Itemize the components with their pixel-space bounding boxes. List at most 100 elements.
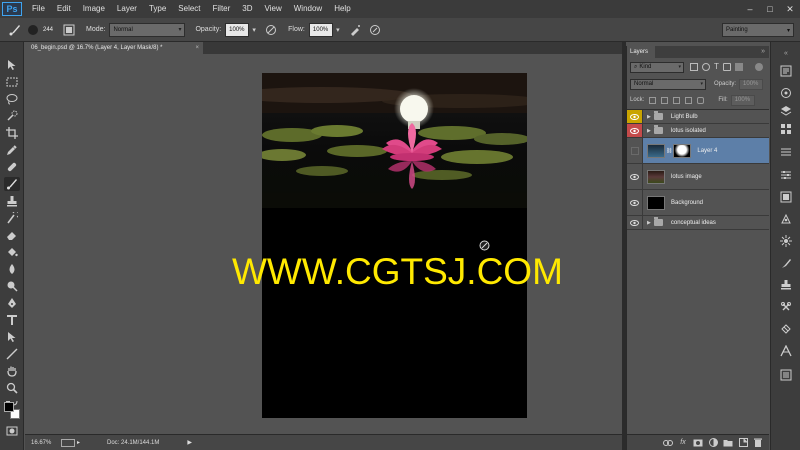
menu-image[interactable]: Image bbox=[77, 0, 111, 18]
layer-thumbnail[interactable] bbox=[647, 169, 665, 184]
crop-tool-icon[interactable] bbox=[4, 126, 20, 140]
paint-bucket-tool-icon[interactable] bbox=[4, 245, 20, 259]
visibility-eye-icon[interactable] bbox=[627, 216, 643, 229]
mode-select[interactable]: Normal ▾ bbox=[109, 22, 186, 37]
layers-panel-icon[interactable] bbox=[779, 104, 793, 118]
character-panel-icon[interactable] bbox=[779, 344, 793, 358]
pressure-size-icon[interactable] bbox=[368, 23, 382, 37]
info-panel-icon[interactable] bbox=[779, 322, 793, 336]
move-tool-icon[interactable] bbox=[4, 58, 20, 72]
menu-3d[interactable]: 3D bbox=[236, 0, 258, 18]
path-selection-tool-icon[interactable] bbox=[4, 330, 20, 344]
pen-tool-icon[interactable] bbox=[4, 296, 20, 310]
lock-transparent-icon[interactable] bbox=[649, 96, 657, 104]
pixel-filter-icon[interactable] bbox=[690, 63, 698, 71]
menu-window[interactable]: Window bbox=[288, 0, 328, 18]
layer-row-lotus-isolated[interactable]: ▶ lotus isolated bbox=[627, 124, 769, 138]
eraser-tool-icon[interactable] bbox=[4, 228, 20, 242]
link-layers-icon[interactable] bbox=[661, 437, 675, 449]
brush-tool-icon[interactable] bbox=[4, 177, 20, 191]
menu-view[interactable]: View bbox=[259, 0, 288, 18]
brush-presets-panel-icon[interactable] bbox=[779, 234, 793, 248]
zoom-tool-icon[interactable] bbox=[4, 381, 20, 395]
menu-help[interactable]: Help bbox=[328, 0, 356, 18]
close-document-icon[interactable]: × bbox=[195, 42, 199, 54]
expand-panels-icon[interactable]: « bbox=[779, 46, 793, 60]
layer-row-light-bulb[interactable]: ▶ Light Bulb bbox=[627, 110, 769, 124]
brush-panel-toggle-icon[interactable] bbox=[62, 23, 76, 37]
layer-fill-input[interactable]: 100% bbox=[730, 94, 755, 106]
group-expand-arrow-icon[interactable]: ▶ bbox=[647, 220, 651, 226]
blur-tool-icon[interactable] bbox=[4, 262, 20, 276]
color-panel-icon[interactable] bbox=[779, 145, 793, 159]
status-expand-arrow-icon[interactable]: ▶ bbox=[187, 439, 192, 446]
zoom-level[interactable]: 16.67% bbox=[31, 440, 59, 446]
layer-row-background[interactable]: Background bbox=[627, 190, 769, 216]
layer-filter-kind-select[interactable]: ⌕ Kind ▾ bbox=[630, 61, 684, 73]
layer-mask-thumbnail[interactable] bbox=[673, 143, 692, 158]
menu-type[interactable]: Type bbox=[143, 0, 172, 18]
filter-toggle-icon[interactable] bbox=[755, 63, 763, 71]
new-layer-icon[interactable] bbox=[736, 437, 750, 449]
clone-source-panel-icon[interactable] bbox=[779, 278, 793, 292]
lock-artboard-icon[interactable] bbox=[685, 96, 693, 104]
quick-mask-icon[interactable] bbox=[4, 424, 20, 438]
shape-filter-icon[interactable] bbox=[722, 63, 731, 71]
add-mask-icon[interactable] bbox=[691, 437, 705, 449]
menu-filter[interactable]: Filter bbox=[207, 0, 237, 18]
maximize-button[interactable]: □ bbox=[760, 0, 780, 18]
type-tool-icon[interactable] bbox=[4, 313, 20, 327]
menu-layer[interactable]: Layer bbox=[111, 0, 143, 18]
eyedropper-tool-icon[interactable] bbox=[4, 143, 20, 157]
new-group-icon[interactable] bbox=[721, 437, 735, 449]
lasso-tool-icon[interactable] bbox=[4, 92, 20, 106]
minimize-button[interactable]: – bbox=[740, 0, 760, 18]
mask-link-icon[interactable]: ⛓ bbox=[666, 148, 672, 154]
line-tool-icon[interactable] bbox=[4, 347, 20, 361]
lock-position-icon[interactable] bbox=[673, 96, 681, 104]
flow-input[interactable]: 100% bbox=[308, 22, 333, 37]
smart-object-filter-icon[interactable] bbox=[734, 63, 743, 71]
color-swatches[interactable] bbox=[4, 402, 20, 420]
visibility-eye-icon[interactable] bbox=[627, 164, 643, 189]
document-tab[interactable]: 06_begin.psd @ 16.7% (Layer 4, Layer Mas… bbox=[25, 42, 203, 54]
brush-tool-preset-icon[interactable] bbox=[6, 21, 24, 39]
menu-select[interactable]: Select bbox=[172, 0, 206, 18]
group-expand-arrow-icon[interactable]: ▶ bbox=[647, 114, 651, 120]
close-button[interactable]: ✕ bbox=[780, 0, 800, 18]
paragraph-panel-icon[interactable] bbox=[779, 368, 793, 382]
properties-panel-icon[interactable] bbox=[779, 190, 793, 204]
airbrush-icon[interactable] bbox=[348, 23, 362, 37]
swatches-panel-icon[interactable] bbox=[779, 86, 793, 100]
visibility-eye-icon[interactable] bbox=[627, 110, 643, 123]
lock-all-icon[interactable] bbox=[697, 96, 705, 104]
type-filter-icon[interactable]: T bbox=[714, 63, 719, 71]
workspace-select[interactable]: Painting ▾ bbox=[722, 23, 794, 37]
layer-style-fx-icon[interactable]: fx bbox=[676, 437, 690, 449]
channels-panel-icon[interactable] bbox=[779, 122, 793, 136]
healing-brush-tool-icon[interactable] bbox=[4, 160, 20, 174]
hand-tool-icon[interactable] bbox=[4, 364, 20, 378]
adjustments-panel-icon[interactable] bbox=[779, 168, 793, 182]
brush-tip-preview[interactable] bbox=[28, 24, 38, 35]
brush-size-value[interactable]: 244 bbox=[40, 27, 56, 33]
layers-tab[interactable]: Layers bbox=[627, 46, 655, 58]
opacity-slider-toggle-icon[interactable]: ▾ bbox=[250, 23, 258, 37]
lock-image-icon[interactable] bbox=[661, 96, 669, 104]
layer-blend-mode-select[interactable]: Normal ▾ bbox=[630, 78, 706, 90]
visibility-eye-icon[interactable] bbox=[627, 190, 643, 215]
brush-panel-icon[interactable] bbox=[779, 256, 793, 270]
group-expand-arrow-icon[interactable]: ▶ bbox=[647, 128, 651, 134]
flow-slider-toggle-icon[interactable]: ▾ bbox=[334, 23, 342, 37]
layer-row-conceptual-ideas[interactable]: ▶ conceptual ideas bbox=[627, 216, 769, 230]
pressure-opacity-icon[interactable] bbox=[264, 23, 278, 37]
delete-layer-icon[interactable] bbox=[751, 437, 765, 449]
panel-collapse-icon[interactable]: » bbox=[761, 46, 765, 58]
visibility-eye-icon[interactable] bbox=[627, 124, 643, 137]
adjustment-layer-icon[interactable] bbox=[706, 437, 720, 449]
menu-edit[interactable]: Edit bbox=[51, 0, 77, 18]
opacity-input[interactable]: 100% bbox=[225, 22, 250, 37]
dodge-tool-icon[interactable] bbox=[4, 279, 20, 293]
foreground-color-swatch[interactable] bbox=[4, 402, 14, 412]
layer-row-lotus-image[interactable]: lotus image bbox=[627, 164, 769, 190]
